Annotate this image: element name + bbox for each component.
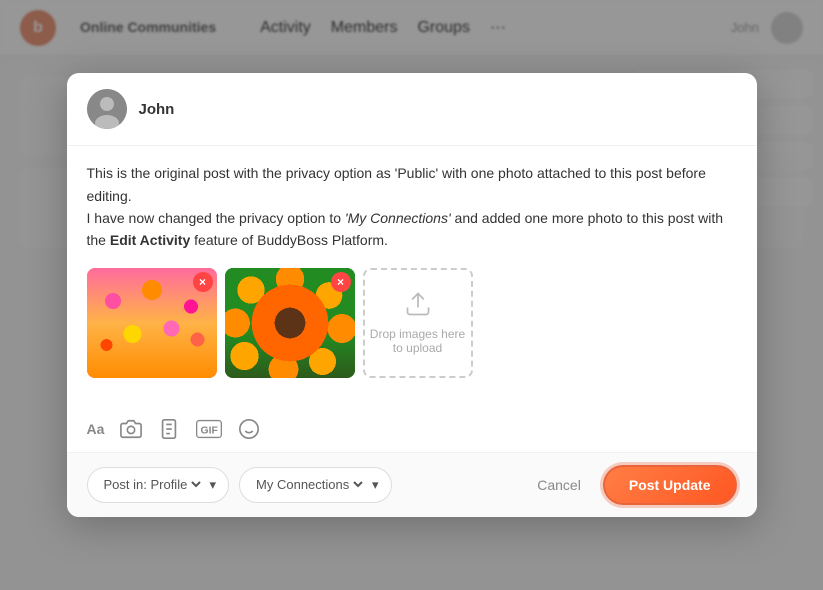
svg-text:GIF: GIF: [201, 425, 218, 436]
document-button[interactable]: [158, 418, 180, 440]
remove-image-1-button[interactable]: ×: [193, 272, 213, 292]
edit-post-modal: John This is the original post with the …: [67, 73, 757, 517]
post-in-chevron-icon: ▾: [210, 477, 217, 493]
camera-button[interactable]: [120, 418, 142, 440]
privacy-dropdown[interactable]: My Connections Public Only Me ▾: [239, 467, 392, 503]
modal-username: John: [139, 101, 175, 118]
font-button[interactable]: Aa: [87, 421, 105, 437]
modal-header: John: [67, 73, 757, 146]
post-update-button[interactable]: Post Update: [603, 465, 737, 505]
image-upload-zone[interactable]: Drop images here to upload: [363, 268, 473, 378]
image-grid: × × Drop images here: [87, 268, 737, 378]
privacy-chevron-icon: ▾: [372, 477, 379, 493]
post-in-select[interactable]: Post in: Profile: [100, 476, 204, 493]
upload-icon: [404, 290, 432, 321]
gif-button[interactable]: GIF: [196, 419, 222, 439]
post-in-dropdown[interactable]: Post in: Profile ▾: [87, 467, 230, 503]
post-text: This is the original post with the priva…: [87, 162, 737, 252]
modal-overlay[interactable]: John This is the original post with the …: [0, 0, 823, 590]
cancel-button[interactable]: Cancel: [525, 469, 593, 501]
image-thumb-1: ×: [87, 268, 217, 378]
modal-user-avatar: [87, 89, 127, 129]
modal-toolbar: Aa GIF: [67, 410, 757, 453]
upload-zone-label: Drop images here to upload: [365, 327, 471, 355]
emoji-button[interactable]: [238, 418, 260, 440]
modal-body: This is the original post with the priva…: [67, 146, 757, 410]
modal-footer: Post in: Profile ▾ My Connections Public…: [67, 453, 757, 517]
remove-image-2-button[interactable]: ×: [331, 272, 351, 292]
image-thumb-2: ×: [225, 268, 355, 378]
privacy-select[interactable]: My Connections Public Only Me: [252, 476, 366, 493]
